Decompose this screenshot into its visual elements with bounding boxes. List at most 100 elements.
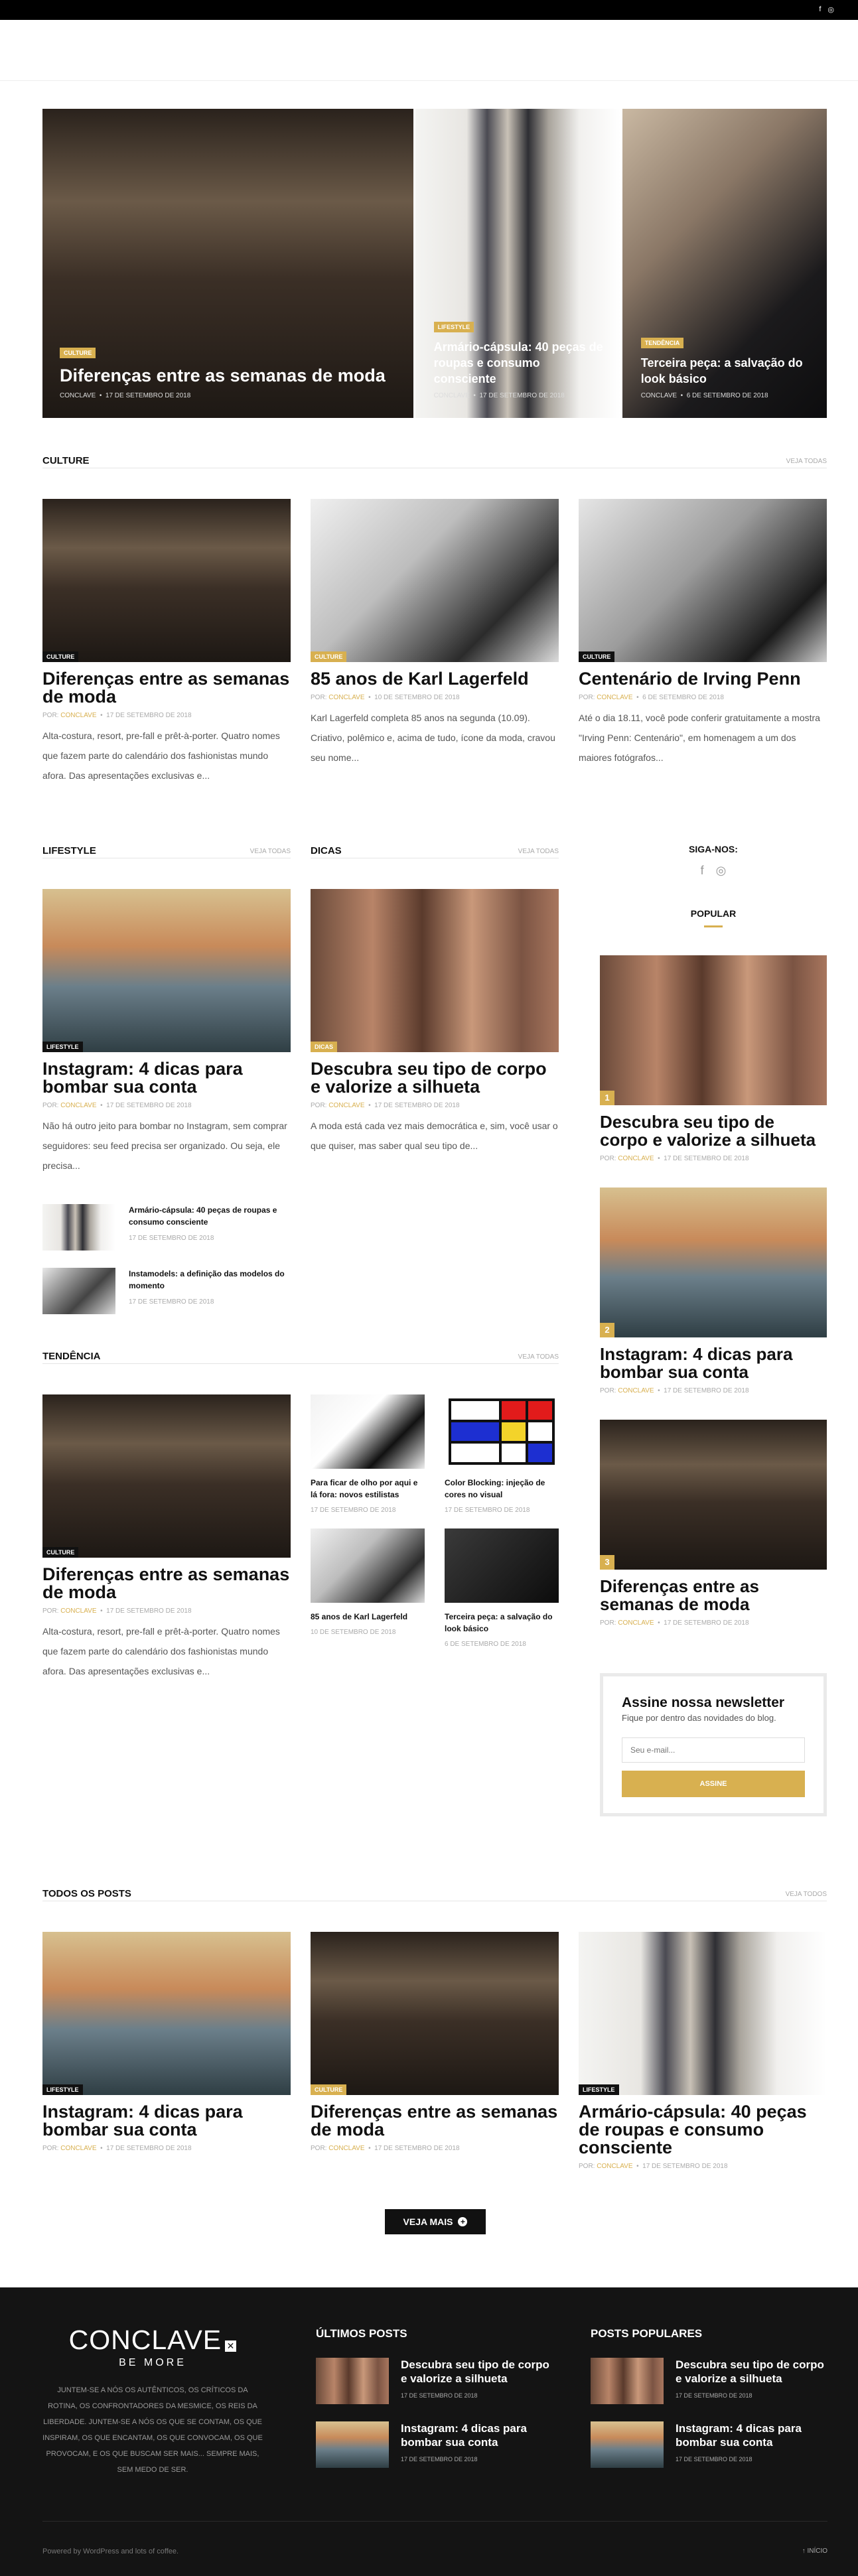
instagram-icon[interactable]: ◎ [827, 5, 834, 14]
view-all-link[interactable]: VEJA TODAS [250, 848, 291, 855]
footer-post[interactable]: Descubra seu tipo de corpo e valorize a … [316, 2358, 555, 2404]
all-posts-section-header: TODOS OS POSTS VEJA TODOS [42, 1888, 827, 1901]
post-thumbnail[interactable] [311, 1528, 425, 1603]
view-all-link[interactable]: VEJA TODAS [518, 848, 559, 855]
footer-post[interactable]: Instagram: 4 dicas para bombar sua conta… [591, 2421, 827, 2468]
facebook-icon[interactable]: f [819, 5, 821, 14]
view-all-link[interactable]: VEJA TODAS [518, 1353, 559, 1361]
post-thumbnail[interactable]: LIFESTYLE [42, 889, 291, 1052]
post-title[interactable]: Instamodels: a definição das modelos do … [129, 1268, 291, 1292]
post-thumbnail[interactable]: LIFESTYLE [579, 1932, 827, 2095]
footer-logo[interactable]: CONCLAVE ✕ [42, 2325, 263, 2356]
category-badge[interactable]: LIFESTYLE [579, 2084, 619, 2095]
post-thumbnail[interactable] [591, 2421, 664, 2468]
post-title[interactable]: Diferenças entre as semanas de moda [311, 2103, 559, 2139]
top-bar: f ◎ [0, 0, 858, 20]
post-title[interactable]: Para ficar de olho por aqui e lá fora: n… [311, 1477, 425, 1501]
instagram-icon[interactable]: ◎ [716, 864, 727, 878]
footer-post[interactable]: Instagram: 4 dicas para bombar sua conta… [316, 2421, 555, 2468]
post-thumbnail[interactable]: CULTURE [579, 499, 827, 662]
post-date: 17 DE SETEMBRO DE 2018 [676, 2456, 752, 2463]
post-thumbnail[interactable]: CULTURE [42, 1394, 291, 1558]
view-all-link[interactable]: VEJA TODOS [786, 1891, 827, 1898]
post-title[interactable]: Descubra seu tipo de corpo e valorize a … [311, 1060, 559, 1096]
category-badge[interactable]: CULTURE [42, 651, 79, 662]
post-title[interactable]: Instagram: 4 dicas para bombar sua conta [600, 1345, 827, 1381]
category-badge[interactable]: DICAS [311, 1042, 338, 1052]
section-title: CULTURE [42, 455, 90, 466]
post-title[interactable]: Color Blocking: injeção de cores no visu… [445, 1477, 559, 1501]
post-thumbnail[interactable] [591, 2358, 664, 2404]
post-title[interactable]: Instagram: 4 dicas para bombar sua conta [676, 2421, 827, 2449]
post-thumbnail[interactable] [42, 1204, 115, 1251]
category-badge[interactable]: CULTURE [579, 651, 615, 662]
post-thumbnail[interactable]: LIFESTYLE [42, 1932, 291, 2095]
list-item[interactable]: Instamodels: a definição das modelos do … [42, 1268, 291, 1314]
back-to-top-link[interactable]: ↑ INÍCIO [802, 2547, 827, 2555]
post-thumbnail[interactable] [316, 2358, 389, 2404]
hero-slider: CULTURE Diferenças entre as semanas de m… [42, 109, 827, 418]
footer-credit: Powered by WordPress and lots of coffee. [42, 2547, 179, 2555]
post-thumbnail[interactable] [316, 2421, 389, 2468]
category-badge[interactable]: LIFESTYLE [433, 322, 474, 332]
category-badge[interactable]: CULTURE [42, 1547, 79, 1558]
hero-post-3[interactable]: TENDÊNCIA Terceira peça: a salvação do l… [622, 109, 827, 418]
view-all-link[interactable]: VEJA TODAS [786, 458, 827, 465]
hero-post-2[interactable]: LIFESTYLE Armário-cápsula: 40 peças de r… [415, 109, 620, 418]
hero-post-1[interactable]: CULTURE Diferenças entre as semanas de m… [42, 109, 413, 418]
post-card: LIFESTYLE Armário-cápsula: 40 peças de r… [579, 1932, 827, 2170]
popular-heading: POPULAR [600, 908, 827, 927]
post-thumbnail[interactable]: 2 [600, 1187, 827, 1337]
post-thumbnail[interactable]: CULTURE [311, 499, 559, 662]
sidebar-social: f ◎ [600, 864, 827, 878]
post-title[interactable]: Diferenças entre as semanas de moda [42, 1566, 291, 1601]
post-thumbnail[interactable] [311, 1394, 425, 1469]
post-title[interactable]: Diferenças entre as semanas de moda [42, 670, 291, 706]
post-title[interactable]: Centenário de Irving Penn [579, 670, 827, 688]
list-item[interactable]: Armário-cápsula: 40 peças de roupas e co… [42, 1204, 291, 1251]
site-header [0, 20, 858, 81]
post-title[interactable]: Instagram: 4 dicas para bombar sua conta [42, 1060, 291, 1096]
post-meta: POR: CONCLAVE • 17 DE SETEMBRO DE 2018 [579, 2163, 728, 2170]
category-badge[interactable]: CULTURE [311, 2084, 347, 2095]
footer-post[interactable]: Descubra seu tipo de corpo e valorize a … [591, 2358, 827, 2404]
post-title[interactable]: Diferenças entre as semanas de moda [600, 1578, 827, 1613]
post-thumbnail[interactable]: DICAS [311, 889, 559, 1052]
post-title[interactable]: Armário-cápsula: 40 peças de roupas e co… [579, 2103, 827, 2157]
hero-title[interactable]: Diferenças entre as semanas de moda [60, 365, 396, 387]
post-thumbnail[interactable]: CULTURE [42, 499, 291, 662]
facebook-icon[interactable]: f [701, 864, 704, 878]
hero-title[interactable]: Armário-cápsula: 40 peças de roupas e co… [434, 339, 603, 387]
footer-about-text: JUNTEM-SE A NÓS OS AUTÊNTICOS, OS CRÍTIC… [42, 2386, 263, 2474]
post-title[interactable]: Instagram: 4 dicas para bombar sua conta [401, 2421, 555, 2449]
category-badge[interactable]: LIFESTYLE [42, 2084, 83, 2095]
email-field[interactable] [622, 1737, 805, 1763]
category-badge[interactable]: CULTURE [311, 651, 347, 662]
post-title[interactable]: Descubra seu tipo de corpo e valorize a … [401, 2358, 555, 2386]
tendencia-grid: Para ficar de olho por aqui e lá fora: n… [311, 1394, 559, 1648]
post-title[interactable]: Armário-cápsula: 40 peças de roupas e co… [129, 1204, 291, 1228]
follow-heading: SIGA-NOS: [689, 844, 738, 854]
newsletter-box: Assine nossa newsletter Fique por dentro… [600, 1673, 827, 1816]
rank-number: 2 [600, 1323, 614, 1337]
category-badge[interactable]: TENDÊNCIA [640, 338, 684, 348]
hero-title[interactable]: Terceira peça: a salvação do look básico [641, 355, 810, 387]
post-title[interactable]: Descubra seu tipo de corpo e valorize a … [600, 1113, 827, 1149]
subscribe-button[interactable]: ASSINE [622, 1771, 805, 1797]
category-badge[interactable]: LIFESTYLE [42, 1042, 83, 1052]
post-title[interactable]: Terceira peça: a salvação do look básico [445, 1611, 559, 1635]
post-title[interactable]: Descubra seu tipo de corpo e valorize a … [676, 2358, 827, 2386]
post-thumbnail[interactable] [42, 1268, 115, 1314]
post-excerpt: Karl Lagerfeld completa 85 anos na segun… [311, 712, 555, 763]
post-title[interactable]: 85 anos de Karl Lagerfeld [311, 670, 559, 688]
post-title[interactable]: Instagram: 4 dicas para bombar sua conta [42, 2103, 291, 2139]
post-thumbnail[interactable] [445, 1394, 559, 1469]
post-title[interactable]: 85 anos de Karl Lagerfeld [311, 1611, 425, 1623]
post-thumbnail[interactable]: 1 [600, 955, 827, 1105]
post-thumbnail[interactable]: CULTURE [311, 1932, 559, 2095]
post-thumbnail[interactable]: 3 [600, 1420, 827, 1570]
category-badge[interactable]: CULTURE [60, 348, 96, 358]
post-thumbnail[interactable] [445, 1528, 559, 1603]
color-block-artwork [449, 1398, 555, 1465]
load-more-button[interactable]: VEJA MAIS + [385, 2209, 486, 2234]
